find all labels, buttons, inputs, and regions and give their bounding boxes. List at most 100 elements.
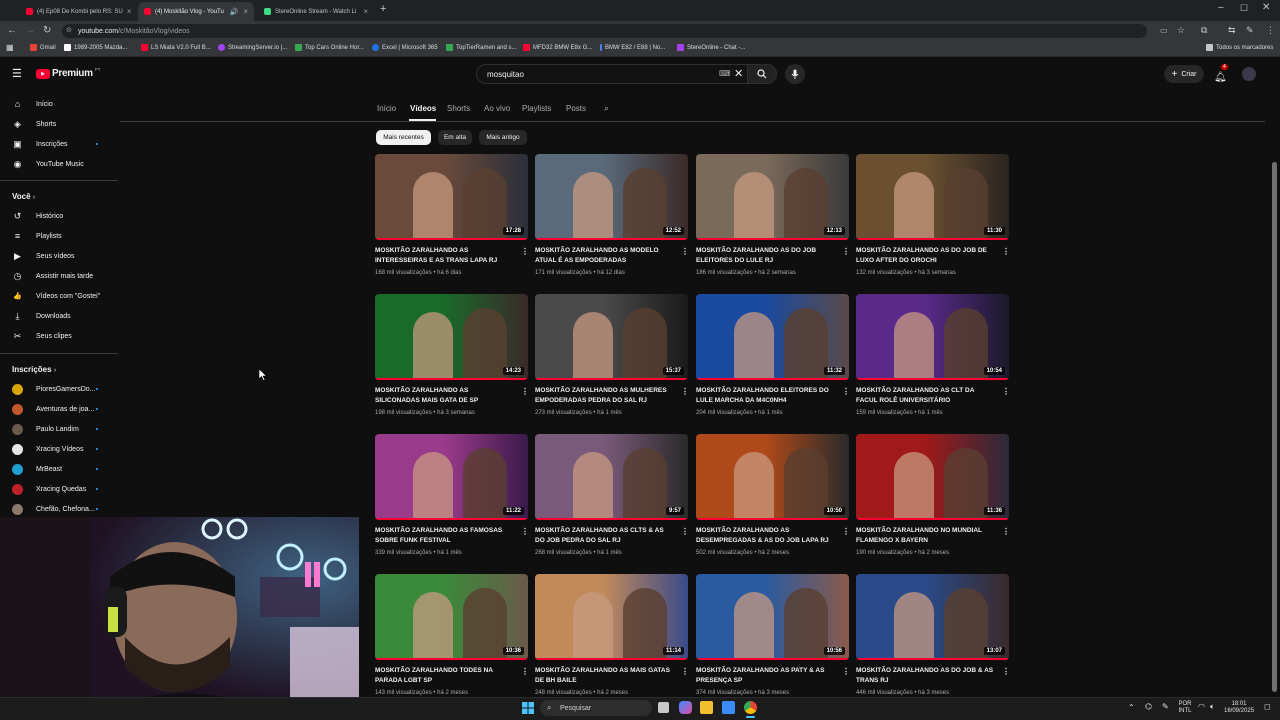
video-title[interactable]: MOSKITÃO ZARALHANDO AS DO JOB DE LUXO AF… bbox=[856, 246, 994, 265]
tab-playlists[interactable]: Playlists bbox=[522, 104, 551, 113]
video-thumbnail[interactable]: 17:28 bbox=[375, 154, 528, 240]
more-options-icon[interactable]: ⋮ bbox=[1002, 387, 1010, 396]
tab-shorts[interactable]: Shorts bbox=[447, 104, 470, 113]
video-thumbnail[interactable]: 11:30 bbox=[856, 154, 1009, 240]
windows-start-icon[interactable] bbox=[522, 702, 534, 714]
more-options-icon[interactable]: ⋮ bbox=[521, 387, 529, 396]
notification-center-icon[interactable]: ◻ bbox=[1264, 702, 1271, 711]
sidebar-subscription[interactable]: Xracing Quedas bbox=[0, 480, 115, 498]
more-options-icon[interactable]: ⋮ bbox=[842, 387, 850, 396]
wifi-icon[interactable]: ◠ bbox=[1198, 702, 1205, 711]
chip-latest[interactable]: Mais recentes bbox=[376, 130, 431, 145]
sidebar-item-subscriptions[interactable]: ▣ Inscrições bbox=[0, 135, 115, 153]
tab-live[interactable]: Ao vivo bbox=[484, 104, 510, 113]
video-title[interactable]: MOSKITÃO ZARALHANDO AS FAMOSAS SOBRE FUN… bbox=[375, 526, 513, 545]
reload-icon[interactable]: ↻ bbox=[43, 25, 51, 36]
video-card[interactable]: 11:22 MOSKITÃO ZARALHANDO AS FAMOSAS SOBR… bbox=[375, 434, 529, 560]
video-thumbnail[interactable]: 11:14 bbox=[535, 574, 688, 660]
page-scrollbar[interactable] bbox=[1272, 162, 1277, 692]
video-title[interactable]: MOSKITÃO ZARALHANDO TODES NA PARADA LGBT… bbox=[375, 666, 513, 685]
more-options-icon[interactable]: ⋮ bbox=[521, 667, 529, 676]
more-options-icon[interactable]: ⋮ bbox=[1002, 247, 1010, 256]
video-title[interactable]: MOSKITÃO ZARALHANDO AS CLT DA FACUL ROLÊ… bbox=[856, 386, 994, 405]
video-card[interactable]: 10:50 MOSKITÃO ZARALHANDO AS DESEMPREGADA… bbox=[696, 434, 850, 560]
close-tab-icon[interactable]: × bbox=[243, 7, 248, 16]
maximize-window-button[interactable]: ☐ bbox=[1240, 3, 1248, 14]
video-card[interactable]: 10:56 MOSKITÃO ZARALHANDO AS PATY & AS PR… bbox=[696, 574, 850, 700]
more-options-icon[interactable]: ⋮ bbox=[521, 247, 529, 256]
sidebar-item-playlists[interactable]: ≡ Playlists bbox=[0, 227, 115, 245]
chrome-icon[interactable] bbox=[744, 701, 757, 714]
video-thumbnail[interactable]: 12:13 bbox=[696, 154, 849, 240]
bookmark-item[interactable]: BMW E82 / E88 | No... bbox=[600, 44, 665, 51]
search-button[interactable] bbox=[747, 64, 777, 84]
sidebar-you-header[interactable]: Você › bbox=[12, 192, 35, 201]
video-title[interactable]: MOSKITÃO ZARALHANDO AS SILICONADAS MAIS … bbox=[375, 386, 513, 405]
bookmark-item[interactable]: StreamingServer.io |... bbox=[218, 44, 287, 51]
video-thumbnail[interactable]: 10:36 bbox=[375, 574, 528, 660]
tray-chevron-up-icon[interactable]: ⌃ bbox=[1128, 703, 1135, 712]
task-view-icon[interactable] bbox=[658, 702, 669, 713]
profile-menu-icon[interactable]: ⇆ bbox=[1228, 25, 1236, 36]
sidebar-item-home[interactable]: ⌂ Início bbox=[0, 95, 115, 113]
video-title[interactable]: MOSKITÃO ZARALHANDO ELEITORES DO LULE MA… bbox=[696, 386, 834, 405]
sidebar-subscription[interactable]: Chefão, Chefona... bbox=[0, 500, 115, 518]
video-title[interactable]: MOSKITÃO ZARALHANDO AS DESEMPREGADAS & A… bbox=[696, 526, 834, 545]
video-card[interactable]: 13:07 MOSKITÃO ZARALHANDO AS DO JOB & AS … bbox=[856, 574, 1010, 700]
more-options-icon[interactable]: ⋮ bbox=[842, 527, 850, 536]
back-arrow-icon[interactable]: ← bbox=[7, 25, 17, 36]
more-options-icon[interactable]: ⋮ bbox=[681, 667, 689, 676]
browser-tab-2[interactable]: (4) Moskitão Vlog - YouTu 🔊 × bbox=[138, 2, 254, 21]
copilot-icon[interactable] bbox=[679, 701, 692, 714]
sidebar-item-youtube-music[interactable]: ◉ YouTube Music bbox=[0, 155, 115, 173]
sidebar-item-watch-later[interactable]: ◷ Assistir mais tarde bbox=[0, 267, 115, 285]
video-title[interactable]: MOSKITÃO ZARALHANDO NO MUNDIAL FLAMENGO … bbox=[856, 526, 994, 545]
video-title[interactable]: MOSKITÃO ZARALHANDO AS MAIS GATAS DE BH … bbox=[535, 666, 673, 685]
close-tab-icon[interactable]: × bbox=[127, 7, 132, 16]
video-title[interactable]: MOSKITÃO ZARALHANDO AS PATY & AS PRESENÇ… bbox=[696, 666, 834, 685]
video-card[interactable]: 17:28 MOSKITÃO ZARALHANDO AS INTERESSEIRA… bbox=[375, 154, 529, 280]
more-options-icon[interactable]: ⋮ bbox=[842, 667, 850, 676]
video-card[interactable]: 12:13 MOSKITÃO ZARALHANDO AS DO JOB ELEIT… bbox=[696, 154, 850, 280]
video-card[interactable]: 15:37 MOSKITÃO ZARALHANDO AS MULHERES EMP… bbox=[535, 294, 689, 420]
sidebar-item-your-videos[interactable]: ▶ Seus vídeos bbox=[0, 247, 115, 265]
browser-tab-3[interactable]: StereOnline Stream - Watch Li × bbox=[258, 2, 374, 21]
video-thumbnail[interactable]: 10:56 bbox=[696, 574, 849, 660]
more-options-icon[interactable]: ⋮ bbox=[681, 247, 689, 256]
video-card[interactable]: 14:23 MOSKITÃO ZARALHANDO AS SILICONADAS … bbox=[375, 294, 529, 420]
sidebar-item-liked-videos[interactable]: 👍 Vídeos com "Gostei" bbox=[0, 287, 115, 305]
sidebar-item-clips[interactable]: ✂ Seus clipes bbox=[0, 327, 115, 345]
video-title[interactable]: MOSKITÃO ZARALHANDO AS DO JOB & AS TRANS… bbox=[856, 666, 994, 685]
new-tab-button[interactable]: + bbox=[380, 3, 386, 15]
sidebar-item-history[interactable]: ↺ Histórico bbox=[0, 207, 115, 225]
sidebar-subscription[interactable]: MrBeast bbox=[0, 460, 115, 478]
close-tab-icon[interactable]: × bbox=[363, 7, 368, 16]
chip-popular[interactable]: Em alta bbox=[438, 130, 472, 145]
chip-oldest[interactable]: Mais antigo bbox=[479, 130, 527, 145]
site-info-icon[interactable]: ⊝ bbox=[66, 26, 72, 34]
sidebar-subscription[interactable]: Paulo Landim bbox=[0, 420, 115, 438]
search-input[interactable]: mosquitao ⌨ ✕ bbox=[476, 64, 748, 84]
notifications-button[interactable]: 🔔︎ 4 bbox=[1214, 64, 1228, 85]
bookmark-item[interactable]: Top Cars Online Hor... bbox=[295, 44, 364, 51]
tab-videos[interactable]: Vídeos bbox=[410, 104, 436, 113]
video-thumbnail[interactable]: 14:23 bbox=[375, 294, 528, 380]
browser-tab-1[interactable]: (4) Ep08 De Kombi pelo RS: SU × bbox=[20, 2, 132, 21]
voice-search-button[interactable] bbox=[785, 64, 805, 84]
sidebar-subscription[interactable]: Aventuras de joa... bbox=[0, 400, 115, 418]
taskbar-search[interactable]: ⌕ Pesquisar bbox=[540, 700, 652, 716]
more-options-icon[interactable]: ⋮ bbox=[681, 387, 689, 396]
more-options-icon[interactable]: ⋮ bbox=[681, 527, 689, 536]
video-thumbnail[interactable]: 11:32 bbox=[696, 294, 849, 380]
bookmark-item[interactable]: Excel | Microsoft 365 bbox=[372, 44, 438, 51]
video-thumbnail[interactable]: 10:50 bbox=[696, 434, 849, 520]
video-title[interactable]: MOSKITÃO ZARALHANDO AS MODELO ATUAL É AS… bbox=[535, 246, 673, 265]
video-title[interactable]: MOSKITÃO ZARALHANDO AS CLTS & AS DO JOB … bbox=[535, 526, 673, 545]
bookmark-item[interactable]: MFD32 BMW E8x G... bbox=[523, 44, 592, 51]
sidebar-subscription[interactable]: PioresGamersDo... bbox=[0, 380, 115, 398]
file-explorer-icon[interactable] bbox=[700, 701, 713, 714]
video-thumbnail[interactable]: 9:57 bbox=[535, 434, 688, 520]
video-thumbnail[interactable]: 12:52 bbox=[535, 154, 688, 240]
minimize-window-button[interactable]: – bbox=[1218, 2, 1224, 13]
video-card[interactable]: 12:52 MOSKITÃO ZARALHANDO AS MODELO ATUAL… bbox=[535, 154, 689, 280]
